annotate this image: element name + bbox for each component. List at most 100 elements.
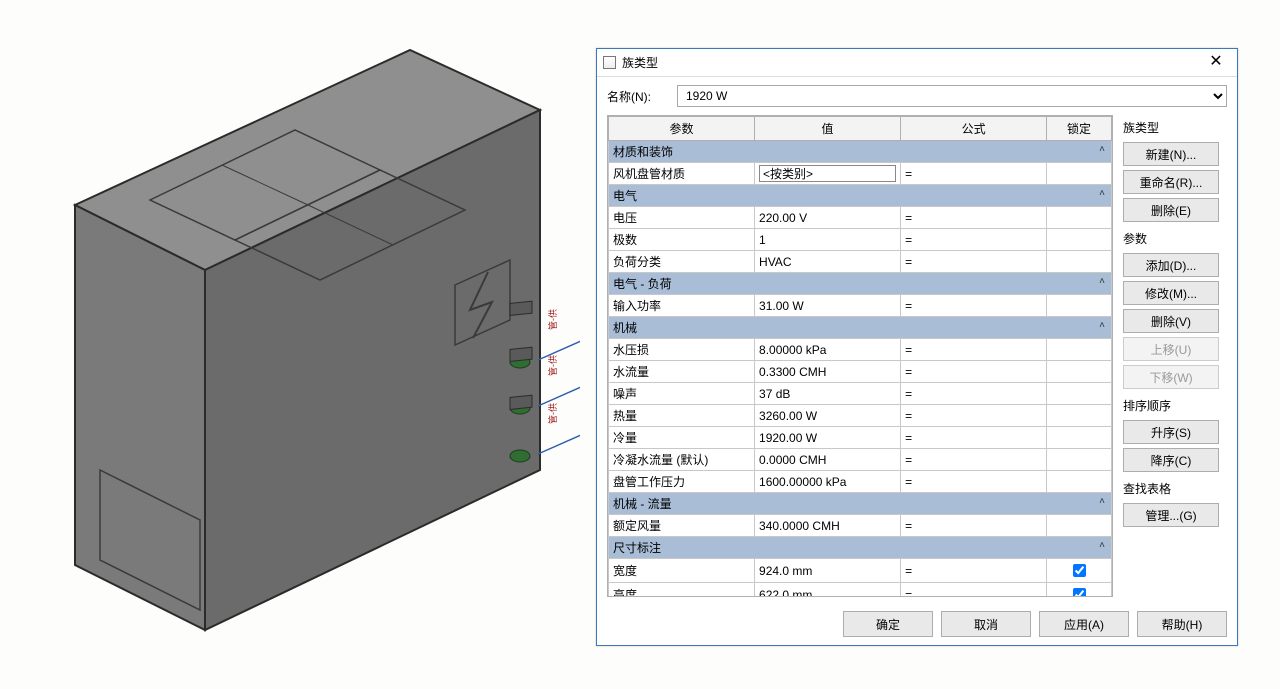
group-row[interactable]: 尺寸标注˄ bbox=[609, 537, 1112, 559]
col-param[interactable]: 参数 bbox=[609, 117, 755, 141]
formula-cell[interactable]: = bbox=[901, 339, 1047, 361]
rename-button[interactable]: 重命名(R)... bbox=[1123, 170, 1219, 194]
group-title: 电气˄ bbox=[609, 185, 1112, 207]
value-cell[interactable]: 1 bbox=[755, 229, 901, 251]
lock-checkbox[interactable] bbox=[1073, 588, 1086, 597]
lock-cell[interactable] bbox=[1047, 207, 1112, 229]
table-row[interactable]: 冷量1920.00 W= bbox=[609, 427, 1112, 449]
modify-button[interactable]: 修改(M)... bbox=[1123, 281, 1219, 305]
formula-cell[interactable]: = bbox=[901, 449, 1047, 471]
manage-button[interactable]: 管理...(G) bbox=[1123, 503, 1219, 527]
value-cell[interactable]: 37 dB bbox=[755, 383, 901, 405]
help-button[interactable]: 帮助(H) bbox=[1137, 611, 1227, 637]
table-row[interactable]: 高度622.0 mm= bbox=[609, 583, 1112, 598]
formula-cell[interactable]: = bbox=[901, 295, 1047, 317]
move-up-button[interactable]: 上移(U) bbox=[1123, 337, 1219, 361]
table-row[interactable]: 冷凝水流量 (默认)0.0000 CMH= bbox=[609, 449, 1112, 471]
value-input[interactable] bbox=[759, 165, 896, 182]
chevron-up-icon[interactable]: ˄ bbox=[1099, 188, 1105, 199]
group-row[interactable]: 电气˄ bbox=[609, 185, 1112, 207]
group-row[interactable]: 电气 - 负荷˄ bbox=[609, 273, 1112, 295]
formula-cell[interactable]: = bbox=[901, 229, 1047, 251]
titlebar[interactable]: 族类型 ✕ bbox=[597, 49, 1237, 77]
table-row[interactable]: 风机盘管材质= bbox=[609, 163, 1112, 185]
chevron-up-icon[interactable]: ˄ bbox=[1099, 144, 1105, 155]
lock-checkbox[interactable] bbox=[1073, 564, 1086, 577]
lock-cell[interactable] bbox=[1047, 559, 1112, 583]
delete-e-button[interactable]: 删除(E) bbox=[1123, 198, 1219, 222]
value-cell[interactable]: 1600.00000 kPa bbox=[755, 471, 901, 493]
value-cell[interactable]: 622.0 mm bbox=[755, 583, 901, 598]
value-cell[interactable]: 924.0 mm bbox=[755, 559, 901, 583]
lock-cell[interactable] bbox=[1047, 449, 1112, 471]
value-cell[interactable]: 1920.00 W bbox=[755, 427, 901, 449]
group-row[interactable]: 机械˄ bbox=[609, 317, 1112, 339]
lock-cell[interactable] bbox=[1047, 251, 1112, 273]
table-row[interactable]: 水压损8.00000 kPa= bbox=[609, 339, 1112, 361]
chevron-up-icon[interactable]: ˄ bbox=[1099, 320, 1105, 331]
group-row[interactable]: 机械 - 流量˄ bbox=[609, 493, 1112, 515]
ok-button[interactable]: 确定 bbox=[843, 611, 933, 637]
desc-button[interactable]: 降序(C) bbox=[1123, 448, 1219, 472]
value-cell[interactable]: 0.3300 CMH bbox=[755, 361, 901, 383]
table-row[interactable]: 盘管工作压力1600.00000 kPa= bbox=[609, 471, 1112, 493]
close-icon[interactable]: ✕ bbox=[1201, 53, 1231, 73]
lock-cell[interactable] bbox=[1047, 427, 1112, 449]
table-row[interactable]: 电压220.00 V= bbox=[609, 207, 1112, 229]
group-row[interactable]: 材质和装饰˄ bbox=[609, 141, 1112, 163]
value-cell[interactable]: 3260.00 W bbox=[755, 405, 901, 427]
lock-cell[interactable] bbox=[1047, 339, 1112, 361]
formula-cell[interactable]: = bbox=[901, 427, 1047, 449]
value-cell[interactable]: 8.00000 kPa bbox=[755, 339, 901, 361]
formula-cell[interactable]: = bbox=[901, 207, 1047, 229]
value-cell[interactable]: 220.00 V bbox=[755, 207, 901, 229]
table-row[interactable]: 极数1= bbox=[609, 229, 1112, 251]
col-formula[interactable]: 公式 bbox=[901, 117, 1047, 141]
cancel-button[interactable]: 取消 bbox=[941, 611, 1031, 637]
table-row[interactable]: 负荷分类HVAC= bbox=[609, 251, 1112, 273]
formula-cell[interactable]: = bbox=[901, 515, 1047, 537]
lock-cell[interactable] bbox=[1047, 471, 1112, 493]
lock-cell[interactable] bbox=[1047, 361, 1112, 383]
lock-cell[interactable] bbox=[1047, 295, 1112, 317]
chevron-up-icon[interactable]: ˄ bbox=[1099, 496, 1105, 507]
chevron-up-icon[interactable]: ˄ bbox=[1099, 540, 1105, 551]
chevron-up-icon[interactable]: ˄ bbox=[1099, 276, 1105, 287]
formula-cell[interactable]: = bbox=[901, 405, 1047, 427]
value-cell[interactable] bbox=[755, 163, 901, 185]
lock-cell[interactable] bbox=[1047, 405, 1112, 427]
formula-cell[interactable]: = bbox=[901, 471, 1047, 493]
formula-cell[interactable]: = bbox=[901, 361, 1047, 383]
lock-cell[interactable] bbox=[1047, 229, 1112, 251]
formula-cell[interactable]: = bbox=[901, 163, 1047, 185]
table-row[interactable]: 宽度924.0 mm= bbox=[609, 559, 1112, 583]
model-viewport[interactable]: 管-供 管-供 管-供 bbox=[10, 10, 580, 680]
col-lock[interactable]: 锁定 bbox=[1047, 117, 1112, 141]
table-row[interactable]: 输入功率31.00 W= bbox=[609, 295, 1112, 317]
new-button[interactable]: 新建(N)... bbox=[1123, 142, 1219, 166]
table-row[interactable]: 额定风量340.0000 CMH= bbox=[609, 515, 1112, 537]
lock-cell[interactable] bbox=[1047, 583, 1112, 598]
value-cell[interactable]: 31.00 W bbox=[755, 295, 901, 317]
lock-cell[interactable] bbox=[1047, 515, 1112, 537]
delete-v-button[interactable]: 删除(V) bbox=[1123, 309, 1219, 333]
asc-button[interactable]: 升序(S) bbox=[1123, 420, 1219, 444]
lock-cell[interactable] bbox=[1047, 163, 1112, 185]
col-value[interactable]: 值 bbox=[755, 117, 901, 141]
value-cell[interactable]: 0.0000 CMH bbox=[755, 449, 901, 471]
value-cell[interactable]: 340.0000 CMH bbox=[755, 515, 901, 537]
lock-cell[interactable] bbox=[1047, 383, 1112, 405]
add-button[interactable]: 添加(D)... bbox=[1123, 253, 1219, 277]
formula-cell[interactable]: = bbox=[901, 383, 1047, 405]
table-row[interactable]: 噪声37 dB= bbox=[609, 383, 1112, 405]
type-name-select[interactable]: 1920 W bbox=[677, 85, 1227, 107]
formula-cell[interactable]: = bbox=[901, 583, 1047, 598]
formula-cell[interactable]: = bbox=[901, 251, 1047, 273]
apply-button[interactable]: 应用(A) bbox=[1039, 611, 1129, 637]
table-row[interactable]: 热量3260.00 W= bbox=[609, 405, 1112, 427]
value-cell[interactable]: HVAC bbox=[755, 251, 901, 273]
formula-cell[interactable]: = bbox=[901, 559, 1047, 583]
params-table-wrap[interactable]: 参数 值 公式 锁定 材质和装饰˄风机盘管材质=电气˄电压220.00 V=极数… bbox=[607, 115, 1113, 597]
move-down-button[interactable]: 下移(W) bbox=[1123, 365, 1219, 389]
table-row[interactable]: 水流量0.3300 CMH= bbox=[609, 361, 1112, 383]
